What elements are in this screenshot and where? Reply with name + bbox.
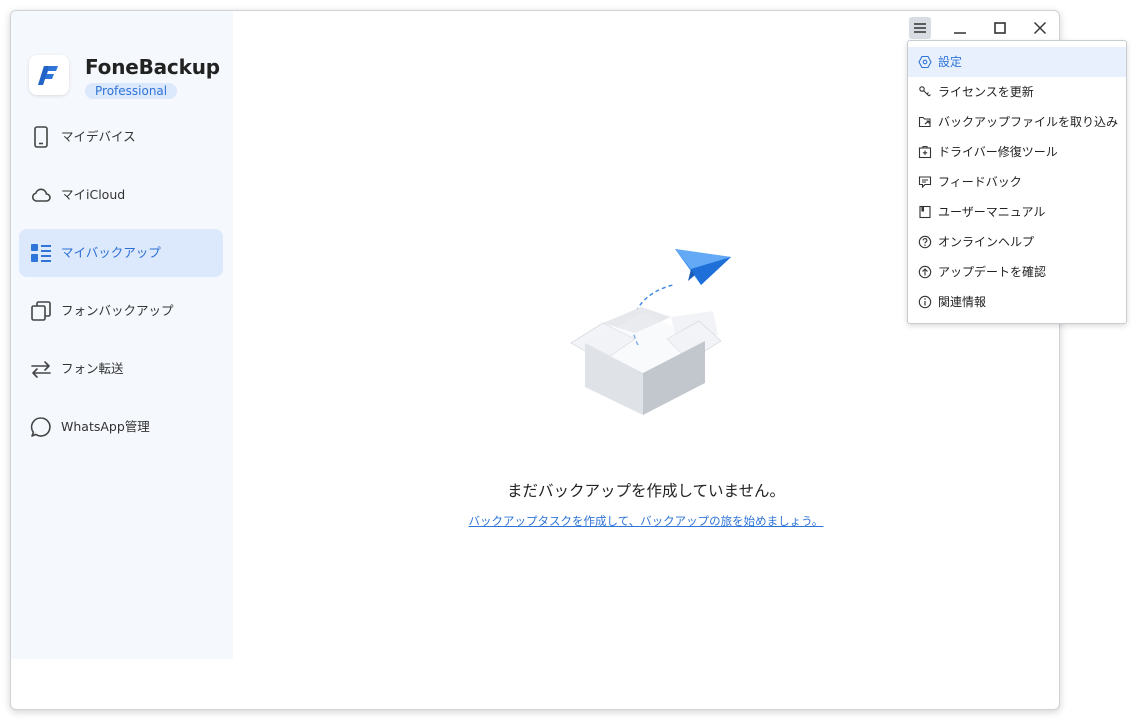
driver-repair-icon — [918, 145, 932, 159]
empty-state-title: まだバックアップを作成していません。 — [506, 482, 786, 500]
menu-item-label: ドライバー修復ツール — [938, 145, 1058, 159]
import-folder-icon — [918, 116, 931, 128]
feedback-icon — [918, 176, 932, 189]
sidebar-item-label: フォン転送 — [61, 361, 124, 376]
menu-item-label: ライセンスを更新 — [938, 85, 1034, 99]
chat-bubble-icon — [30, 417, 51, 437]
sidebar-nav: マイデバイス マイiCloud マイバックアップ フォンバックアップ フォン転送… — [19, 113, 223, 461]
sidebar-item-phone-backup[interactable]: フォンバックアップ — [19, 287, 223, 335]
sidebar-item-label: マイデバイス — [61, 129, 136, 144]
menu-item-import-backup[interactable]: バックアップファイルを取り込み — [908, 107, 1126, 137]
brand: FoneBackup Professional — [29, 55, 229, 99]
sidebar-item-label: フォンバックアップ — [61, 303, 174, 318]
menu-item-check-update[interactable]: アップデートを確認 — [908, 257, 1126, 287]
menu-item-label: オンラインヘルプ — [938, 235, 1035, 249]
menu-item-label: アップデートを確認 — [938, 265, 1047, 279]
menu-item-about[interactable]: 関連情報 — [908, 287, 1126, 317]
menu-item-label: ユーザーマニュアル — [938, 205, 1046, 219]
menu-item-label: フィードバック — [938, 175, 1022, 189]
settings-icon — [918, 55, 932, 69]
menu-item-label: 関連情報 — [938, 295, 987, 309]
key-icon — [919, 86, 931, 97]
sidebar-item-my-icloud[interactable]: マイiCloud — [19, 171, 223, 219]
update-icon — [918, 265, 932, 279]
help-icon — [918, 235, 932, 249]
menu-item-online-help[interactable]: オンラインヘルプ — [908, 227, 1126, 257]
sidebar-item-my-backup[interactable]: マイバックアップ — [19, 229, 223, 277]
menu-item-settings[interactable]: 設定 — [908, 47, 1126, 77]
create-backup-link[interactable]: バックアップタスクを作成して、バックアップの旅を始めましょう。 — [233, 513, 1059, 529]
copy-icon — [31, 301, 51, 321]
menu-item-driver-repair[interactable]: ドライバー修復ツール — [908, 137, 1126, 167]
sidebar-item-whatsapp[interactable]: WhatsApp管理 — [19, 403, 223, 451]
sidebar-item-label: マイiCloud — [61, 187, 126, 202]
edition-badge: Professional — [85, 83, 178, 99]
sidebar-item-label: WhatsApp管理 — [61, 419, 150, 434]
app-logo-icon — [29, 55, 69, 95]
menu-list: 設定 ライセンスを更新 バックアップファイルを取り込み ドライバー修復ツール フ… — [908, 47, 1126, 317]
info-icon — [918, 295, 932, 309]
manual-icon — [919, 205, 931, 219]
main-menu-dropdown: 設定 ライセンスを更新 バックアップファイルを取り込み ドライバー修復ツール フ… — [907, 40, 1127, 324]
menu-item-feedback[interactable]: フィードバック — [908, 167, 1126, 197]
menu-item-renew-license[interactable]: ライセンスを更新 — [908, 77, 1126, 107]
app-name: FoneBackup — [85, 55, 220, 79]
transfer-arrows-icon — [31, 361, 51, 378]
sidebar-item-my-device[interactable]: マイデバイス — [19, 113, 223, 161]
backup-list-icon — [31, 244, 51, 262]
sidebar: FoneBackup Professional マイデバイス マイiCloud — [11, 11, 233, 659]
menu-item-user-manual[interactable]: ユーザーマニュアル — [908, 197, 1126, 227]
menu-item-label: 設定 — [938, 55, 963, 69]
cloud-icon — [32, 188, 51, 202]
empty-box-illustration — [570, 249, 731, 415]
app-window: FoneBackup Professional マイデバイス マイiCloud — [10, 10, 1060, 710]
sidebar-item-label: マイバックアップ — [61, 245, 161, 260]
phone-icon — [34, 126, 48, 148]
menu-item-label: バックアップファイルを取り込み — [938, 115, 1119, 129]
sidebar-item-phone-transfer[interactable]: フォン転送 — [19, 345, 223, 393]
